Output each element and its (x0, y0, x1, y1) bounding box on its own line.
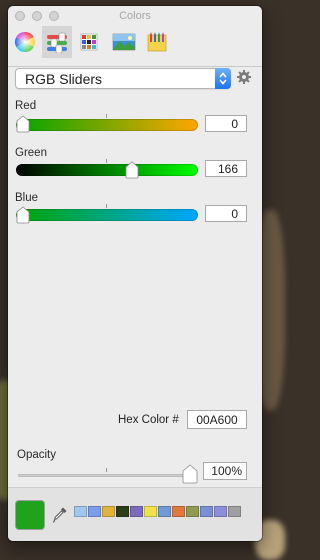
hex-color-label: Hex Color # (118, 414, 179, 426)
popup-arrows-icon (215, 68, 231, 89)
color-sliders-icon (47, 32, 67, 53)
opacity-slider-track[interactable] (18, 468, 194, 477)
colors-window: Colors RGB Sliders Red 0 Green 166 Blue … (8, 6, 262, 541)
saved-swatch[interactable] (186, 506, 199, 517)
green-slider-knob[interactable] (125, 161, 139, 179)
opacity-slider-knob[interactable] (182, 464, 198, 484)
saved-swatch[interactable] (102, 506, 115, 517)
blue-label: Blue (15, 192, 39, 204)
saved-swatch[interactable] (228, 506, 241, 517)
saved-swatch[interactable] (172, 506, 185, 517)
red-value-field[interactable]: 0 (205, 115, 247, 132)
saved-swatch[interactable] (74, 506, 87, 517)
mode-toolbar (8, 26, 262, 67)
green-value-field[interactable]: 166 (205, 160, 247, 177)
saved-swatch[interactable] (88, 506, 101, 517)
tab-image-palettes[interactable] (108, 26, 138, 58)
blue-value-field[interactable]: 0 (205, 205, 247, 222)
hex-color-field[interactable]: 00A600 (187, 410, 247, 429)
tab-crayons[interactable] (142, 26, 172, 58)
red-slider-knob[interactable] (16, 115, 30, 133)
eyedropper-icon[interactable] (52, 506, 68, 524)
tab-color-palettes[interactable] (74, 26, 104, 58)
saved-swatch[interactable] (144, 506, 157, 517)
title-bar: Colors (8, 6, 262, 26)
saved-swatch[interactable] (214, 506, 227, 517)
window-title: Colors (119, 10, 151, 22)
tab-color-sliders[interactable] (42, 26, 72, 58)
opacity-label: Opacity (17, 449, 56, 461)
saved-swatch[interactable] (116, 506, 129, 517)
green-slider-track[interactable] (16, 159, 198, 176)
saved-swatches (74, 500, 244, 528)
crayons-icon (147, 32, 167, 52)
mode-popup[interactable]: RGB Sliders (15, 68, 231, 89)
tab-color-wheel[interactable] (10, 26, 40, 58)
mode-popup-label: RGB Sliders (25, 71, 103, 87)
green-label: Green (15, 147, 47, 159)
saved-swatch[interactable] (158, 506, 171, 517)
color-palettes-icon (80, 33, 98, 51)
color-wheel-icon (14, 31, 36, 53)
current-color-swatch[interactable] (16, 501, 44, 529)
red-label: Red (15, 100, 37, 112)
gear-icon[interactable] (236, 69, 252, 85)
blue-slider-track[interactable] (16, 204, 198, 221)
saved-swatch[interactable] (200, 506, 213, 517)
opacity-value-field[interactable]: 100% (203, 462, 247, 480)
blue-slider-knob[interactable] (16, 206, 30, 224)
saved-swatch[interactable] (130, 506, 143, 517)
image-palettes-icon (112, 33, 136, 51)
red-slider-track[interactable] (16, 114, 198, 131)
